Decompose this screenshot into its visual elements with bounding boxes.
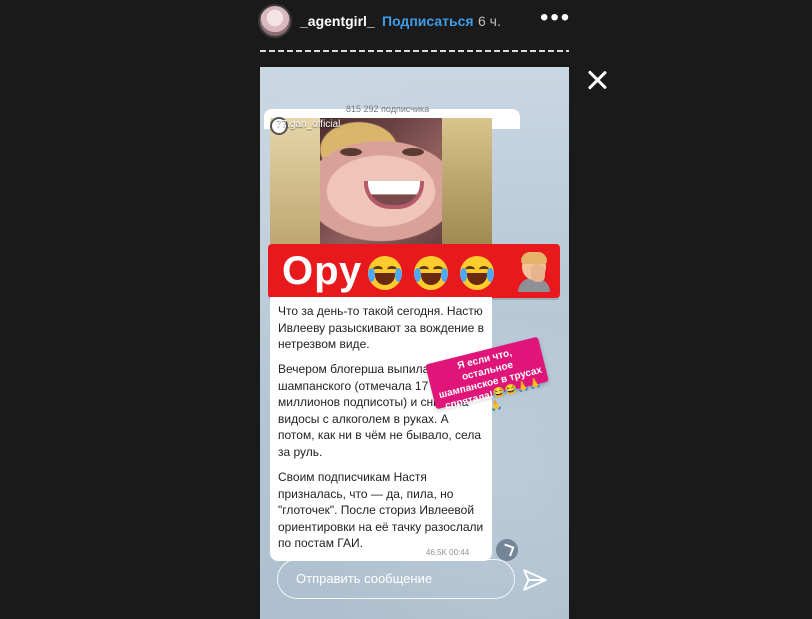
crying-laughing-emoji [368,256,402,290]
eye-right [402,148,424,156]
ory-banner: Ору [268,244,560,298]
facepalm-emoji [516,252,552,292]
post-text-card: Что за день-то такой сегодня. Настю Ивле… [270,297,492,561]
crying-laughing-emoji [414,256,448,290]
follow-button[interactable]: Подписаться [382,13,474,29]
eye-left [340,148,362,156]
post-paragraph-3: Своим подписчикам Настя призналась, что … [278,470,484,551]
story-header: _agentgirl_ Подписаться 6 ч. ••• [258,0,572,44]
send-icon[interactable] [522,567,548,593]
banner-text: Ору [282,249,363,293]
subscribers-count: 815 292 подписчика [346,104,430,114]
crying-laughing-emoji [460,256,494,290]
avatar[interactable] [260,6,290,36]
smile-mouth [364,181,424,209]
hair-left [270,118,320,244]
video-preview[interactable] [270,118,492,244]
message-placeholder: Отправить сообщение [296,571,433,586]
story-progress-bar [260,50,569,52]
close-icon[interactable] [585,68,609,92]
message-input[interactable]: Отправить сообщение [277,559,515,599]
post-paragraph-1: Что за день-то такой сегодня. Настю Ивле… [278,304,484,352]
hair-right [442,118,492,244]
post-time: 6 ч. [478,13,501,29]
post-meta: 46,5K 00:44 [426,548,470,557]
username[interactable]: _agentgirl_ [300,13,375,29]
story-frame[interactable]: 815 292 подписчика 77.gan_official Ору Ч… [260,67,569,619]
more-icon[interactable]: ••• [540,6,571,30]
share-icon[interactable] [496,539,518,561]
video-username: 77.gan_official [276,119,341,130]
